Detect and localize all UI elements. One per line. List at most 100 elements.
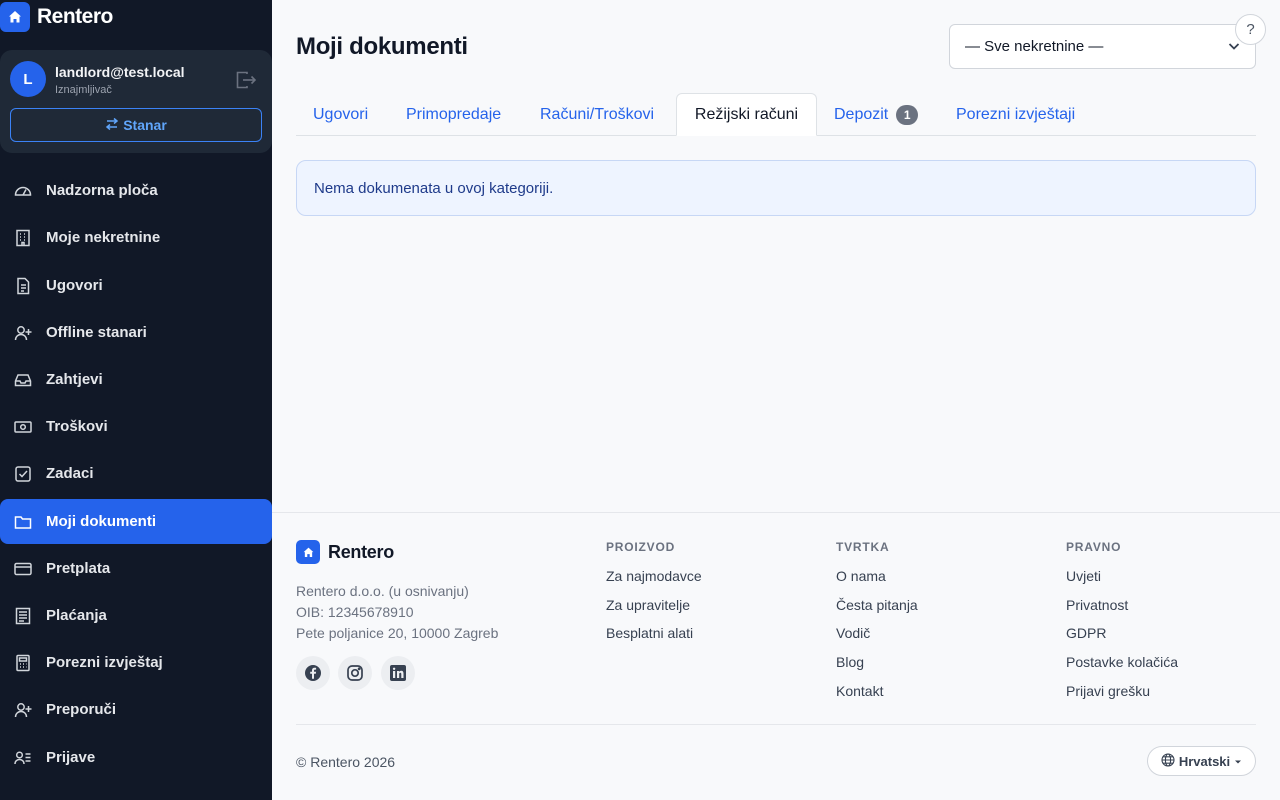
footer-link[interactable]: Postavke kolačića — [1066, 654, 1178, 670]
caret-down-icon — [1234, 754, 1242, 769]
main-content: Moji dokumenti — Sve nekretnine — ? Ugov… — [272, 0, 1280, 512]
tab-contracts[interactable]: Ugovori — [313, 93, 368, 136]
tab-handovers[interactable]: Primopredaje — [406, 93, 501, 136]
switch-role-label: Stanar — [123, 117, 167, 133]
facebook-icon[interactable] — [296, 656, 330, 690]
tab-label: Depozit — [834, 105, 889, 123]
receipt-icon — [13, 606, 33, 626]
footer-brand-name: Rentero — [328, 541, 394, 562]
home-icon — [0, 2, 30, 32]
linkedin-icon[interactable] — [381, 656, 415, 690]
switch-role-button[interactable]: Stanar — [10, 108, 262, 142]
footer-link[interactable]: Uvjeti — [1066, 568, 1101, 584]
sidebar-item-label: Preporuči — [46, 701, 117, 718]
user-plus-icon — [13, 700, 33, 720]
sidebar-item-tasks[interactable]: Zadaci — [0, 451, 272, 496]
sidebar-item-label: Pretplata — [46, 560, 111, 577]
user-plus-icon — [13, 323, 33, 343]
user-card: L landlord@test.local Iznajmljivač Stana… — [0, 50, 272, 153]
dashboard-icon — [13, 181, 33, 201]
switch-arrows-icon — [105, 117, 119, 134]
tab-label: Porezni izvještaji — [956, 105, 1076, 123]
home-icon — [296, 540, 320, 564]
footer-link[interactable]: O nama — [836, 568, 886, 584]
footer-link[interactable]: Česta pitanja — [836, 597, 918, 613]
sidebar-item-label: Troškovi — [46, 418, 108, 435]
sidebar-item-payments[interactable]: Plaćanja — [0, 593, 272, 638]
cash-icon — [13, 417, 33, 437]
user-role: Iznajmljivač — [55, 84, 112, 96]
instagram-icon[interactable] — [338, 656, 372, 690]
logout-icon[interactable] — [235, 70, 257, 90]
property-select[interactable]: — Sve nekretnine — — [949, 24, 1256, 69]
sidebar-item-label: Moji dokumenti — [46, 513, 156, 530]
sidebar-item-requests[interactable]: Zahtjevi — [0, 357, 272, 402]
sidebar-item-properties[interactable]: Moje nekretnine — [0, 215, 272, 260]
sidebar-item-offline-tenants[interactable]: Offline stanari — [0, 310, 272, 355]
company-name: Rentero d.o.o. (u osnivanju) — [296, 583, 469, 599]
tab-label: Primopredaje — [406, 105, 502, 123]
person-lines-icon — [13, 748, 33, 768]
empty-state-message: Nema dokumenata u ovoj kategoriji. — [314, 179, 554, 197]
checkbox-icon — [13, 464, 33, 484]
sidebar-item-refer[interactable]: Preporuči — [0, 687, 272, 732]
building-icon — [13, 228, 33, 248]
sidebar-item-label: Moje nekretnine — [46, 229, 161, 246]
tab-tax-reports[interactable]: Porezni izvještaji — [956, 93, 1075, 136]
footer-link[interactable]: Prijavi grešku — [1066, 683, 1150, 699]
footer-link[interactable]: Vodič — [836, 625, 870, 641]
empty-state-alert: Nema dokumenata u ovoj kategoriji. — [296, 160, 1256, 216]
company-address: Pete poljanice 20, 10000 Zagreb — [296, 625, 499, 641]
sidebar-item-label: Ugovori — [46, 277, 103, 294]
folder-icon — [13, 512, 33, 532]
sidebar: Rentero L landlord@test.local Iznajmljiv… — [0, 0, 272, 800]
sidebar-item-contracts[interactable]: Ugovori — [0, 263, 272, 308]
footer-link[interactable]: Privatnost — [1066, 597, 1128, 613]
tab-deposit[interactable]: Depozit 1 — [834, 93, 919, 136]
document-tabs: Ugovori Primopredaje Računi/Troškovi Rež… — [296, 93, 1256, 136]
sidebar-item-label: Zadaci — [46, 465, 94, 482]
language-selector[interactable]: Hrvatski — [1147, 746, 1256, 776]
sidebar-item-label: Prijave — [46, 749, 96, 766]
calculator-icon — [13, 653, 33, 673]
footer-column-title: TVRTKA — [836, 540, 890, 554]
avatar: L — [10, 61, 46, 97]
document-icon — [13, 276, 33, 296]
footer-link[interactable]: Kontakt — [836, 683, 883, 699]
sidebar-item-dashboard[interactable]: Nadzorna ploča — [0, 168, 272, 213]
footer-link[interactable]: Za upravitelje — [606, 597, 690, 613]
chevron-down-icon — [1227, 39, 1241, 57]
tab-label: Računi/Troškovi — [540, 105, 655, 123]
page-title: Moji dokumenti — [296, 33, 468, 60]
sidebar-item-applications[interactable]: Prijave — [0, 735, 272, 780]
tab-utility-bills[interactable]: Režijski računi — [676, 93, 817, 136]
globe-icon — [1161, 752, 1175, 770]
sidebar-item-label: Zahtjevi — [46, 371, 103, 388]
sidebar-item-my-documents[interactable]: Moji dokumenti — [0, 499, 272, 544]
sidebar-item-tax-report[interactable]: Porezni izvještaj — [0, 640, 272, 685]
footer-link[interactable]: Besplatni alati — [606, 625, 693, 641]
tab-bills-expenses[interactable]: Računi/Troškovi — [540, 93, 654, 136]
footer-column-title: PRAVNO — [1066, 540, 1122, 554]
brand[interactable]: Rentero — [0, 2, 113, 32]
company-oib: OIB: 12345678910 — [296, 604, 414, 620]
footer-brand[interactable]: Rentero — [296, 540, 394, 564]
copyright: © Rentero 2026 — [296, 754, 396, 770]
footer: Rentero Rentero d.o.o. (u osnivanju) OIB… — [272, 512, 1280, 800]
sidebar-item-label: Porezni izvještaj — [46, 654, 163, 671]
footer-column-title: PROIZVOD — [606, 540, 676, 554]
sidebar-item-label: Plaćanja — [46, 607, 107, 624]
sidebar-item-expenses[interactable]: Troškovi — [0, 404, 272, 449]
footer-link[interactable]: GDPR — [1066, 625, 1106, 641]
help-button[interactable]: ? — [1235, 14, 1266, 45]
footer-divider — [296, 724, 1256, 725]
language-label: Hrvatski — [1178, 753, 1231, 769]
sidebar-item-subscription[interactable]: Pretplata — [0, 546, 272, 591]
sidebar-item-label: Offline stanari — [46, 324, 147, 341]
footer-link[interactable]: Za najmodavce — [606, 568, 702, 584]
brand-name: Rentero — [37, 5, 113, 28]
user-email: landlord@test.local — [55, 64, 185, 80]
property-select-value: — Sve nekretnine — — [965, 38, 1104, 55]
sidebar-item-label: Nadzorna ploča — [46, 182, 158, 199]
footer-link[interactable]: Blog — [836, 654, 864, 670]
